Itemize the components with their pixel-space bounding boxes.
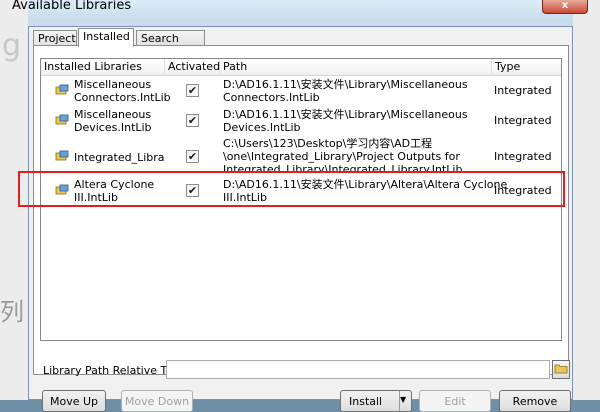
table-row[interactable]: Miscellaneous Connectors.IntLib ✔ D:\AD1…: [41, 77, 561, 107]
activated-checkbox[interactable]: ✔: [186, 114, 199, 127]
install-button[interactable]: Install ▼: [340, 390, 412, 412]
library-name-line: Devices.IntLib: [74, 121, 152, 134]
dropdown-arrow-icon[interactable]: ▼: [399, 391, 411, 411]
integrated-library-icon: [55, 184, 69, 195]
path-line: C:\Users\123\Desktop\学习内容\AD工程: [223, 137, 433, 150]
move-up-button[interactable]: Move Up: [42, 390, 106, 412]
background-glyph: 列: [0, 298, 24, 326]
table-row[interactable]: Integrated_Library ✔ C:\Users\123\Deskto…: [41, 137, 561, 177]
installed-tab-panel: Installed Libraries Activated Path Type …: [33, 45, 569, 375]
table-header: Installed Libraries Activated Path Type: [41, 59, 561, 76]
path-line: \one\Integrated_Library\Project Outputs …: [223, 150, 460, 163]
column-header-type[interactable]: Type: [492, 59, 561, 76]
library-path-relative-label: Library Path Relative To:: [43, 364, 176, 377]
remove-button[interactable]: Remove: [499, 390, 571, 412]
library-type: Integrated: [494, 150, 552, 163]
close-button[interactable]: x: [542, 0, 588, 14]
dialog-client-area: Project Installed Search Path Installed …: [28, 26, 573, 412]
path-line: D:\AD16.1.11\安装文件\Library\Miscellaneous: [223, 78, 468, 91]
library-name-line: Altera Cyclone: [74, 178, 155, 191]
folder-icon: [554, 364, 568, 374]
library-name-line: Connectors.IntLib: [74, 91, 171, 104]
integrated-library-icon: [55, 114, 69, 125]
path-line: III.IntLib: [223, 191, 267, 204]
path-line: Connectors.IntLib: [223, 91, 320, 104]
library-type: Integrated: [494, 84, 552, 97]
library-name-line: III.IntLib: [74, 191, 118, 204]
background-glyph: g: [2, 28, 22, 63]
move-down-button[interactable]: Move Down: [121, 390, 193, 412]
table-row[interactable]: Altera Cyclone III.IntLib ✔ D:\AD16.1.11…: [41, 177, 561, 207]
browse-folder-button[interactable]: [552, 360, 570, 379]
install-label: Install: [349, 394, 383, 408]
column-header-installed-libraries[interactable]: Installed Libraries: [41, 59, 165, 76]
integrated-library-icon: [55, 84, 69, 95]
library-type: Integrated: [494, 184, 552, 197]
library-path-relative-input[interactable]: [166, 360, 550, 379]
background-right: [570, 0, 600, 400]
title-bar[interactable]: Available Libraries x: [0, 0, 600, 18]
column-header-path[interactable]: Path: [220, 59, 492, 76]
path-line: D:\AD16.1.11\安装文件\Library\Miscellaneous: [223, 108, 468, 121]
installed-libraries-table[interactable]: Installed Libraries Activated Path Type …: [40, 58, 562, 341]
path-line: D:\AD16.1.11\安装文件\Library\Altera\Altera …: [223, 178, 508, 191]
tab-project[interactable]: Project: [33, 30, 77, 46]
activated-checkbox[interactable]: ✔: [186, 150, 199, 163]
table-row[interactable]: Miscellaneous Devices.IntLib ✔ D:\AD16.1…: [41, 107, 561, 137]
column-header-activated[interactable]: Activated: [165, 59, 220, 76]
edit-button[interactable]: Edit: [419, 390, 491, 412]
path-line: Integrated_Library\Integrated_Library.In…: [223, 163, 463, 172]
dialog-title: Available Libraries: [12, 0, 132, 13]
path-line: Devices.IntLib: [223, 121, 301, 134]
library-name-line: Miscellaneous: [74, 108, 152, 121]
library-name-line: Integrated_Library: [74, 151, 164, 164]
activated-checkbox[interactable]: ✔: [186, 184, 199, 197]
integrated-library-icon: [55, 150, 69, 161]
close-icon: x: [561, 0, 569, 11]
tab-search-path[interactable]: Search Path: [136, 30, 205, 60]
library-name-line: Miscellaneous: [74, 78, 152, 91]
library-type: Integrated: [494, 114, 552, 127]
activated-checkbox[interactable]: ✔: [186, 84, 199, 97]
tab-installed[interactable]: Installed: [78, 28, 134, 47]
